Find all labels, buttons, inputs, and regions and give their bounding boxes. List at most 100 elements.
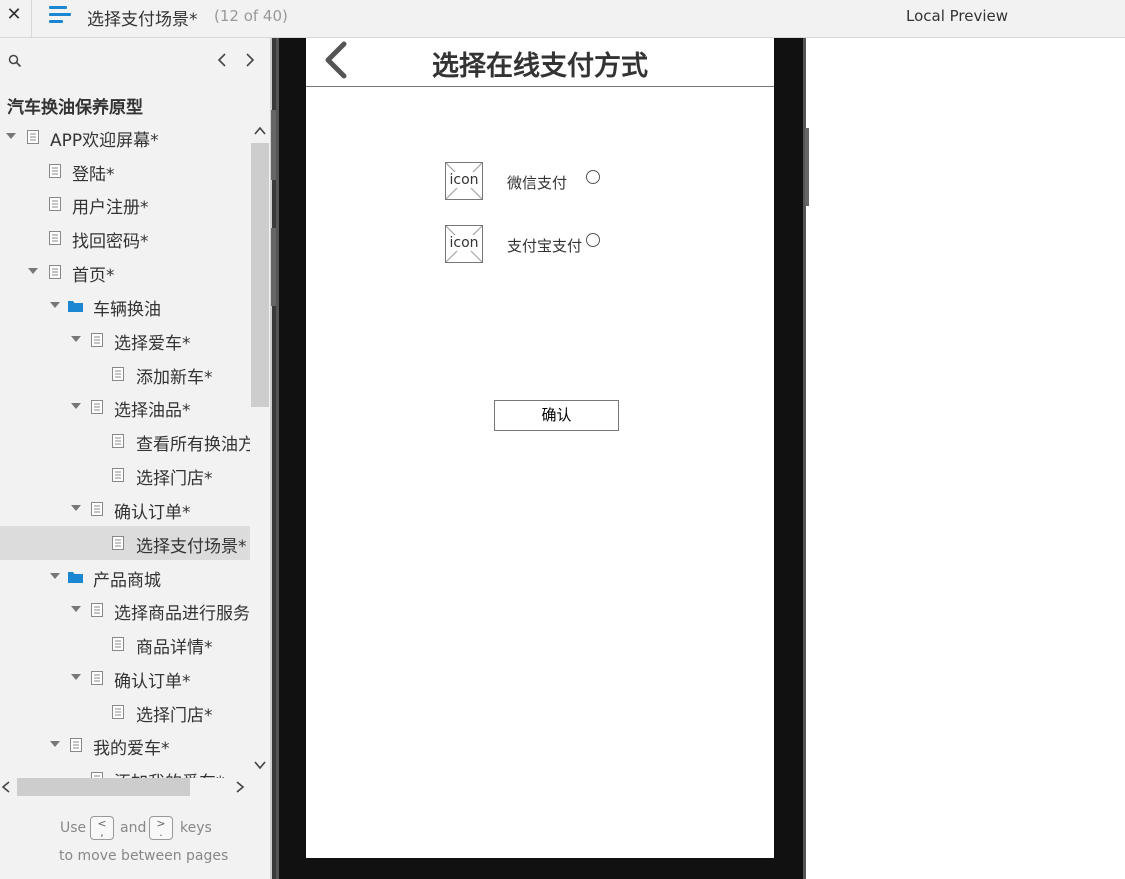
- search-icon[interactable]: [8, 54, 22, 68]
- phone-power-button: [805, 128, 809, 206]
- tree-item-label: 选择商品进行服务: [114, 604, 250, 624]
- page-icon: [112, 367, 124, 381]
- scroll-right-arrow-icon[interactable]: [234, 780, 246, 794]
- page-icon: [112, 468, 124, 482]
- page-icon: [70, 738, 82, 752]
- hint-use-text: Use: [60, 820, 87, 836]
- vertical-scroll-thumb[interactable]: [251, 143, 269, 407]
- tree-item-label: 选择油品*: [114, 401, 191, 421]
- tree-item-label: 找回密码*: [72, 232, 149, 252]
- tree-item-label: 查看所有换油方: [136, 435, 250, 455]
- page-icon: [112, 434, 124, 448]
- back-arrow-icon[interactable]: [320, 40, 352, 80]
- next-key-icon: >.: [149, 816, 173, 840]
- previous-page-button[interactable]: [214, 50, 230, 70]
- expand-arrow-icon[interactable]: [6, 133, 16, 139]
- tree-item-label: 首页*: [72, 266, 115, 286]
- prev-key-icon: <,: [90, 816, 114, 840]
- tree-item-home[interactable]: 首页*: [0, 255, 250, 289]
- phone-volume-up: [271, 110, 276, 180]
- expand-arrow-icon[interactable]: [71, 403, 81, 409]
- tree-item-choose-car[interactable]: 选择爱车*: [0, 323, 250, 357]
- alipay-radio[interactable]: [586, 233, 600, 247]
- expand-arrow-icon[interactable]: [50, 741, 60, 747]
- tree-item-label: 选择门店*: [136, 706, 213, 726]
- page-tree: APP欢迎屏幕* 登陆* 用户注册* 找回密码* 首页* 车辆换油 选择爱车*: [0, 120, 250, 778]
- tree-item-choose-goods-service[interactable]: 选择商品进行服务: [0, 593, 250, 627]
- tree-item-login[interactable]: 登陆*: [0, 154, 250, 188]
- page-icon: [112, 637, 124, 651]
- confirm-button[interactable]: 确认: [494, 400, 619, 431]
- tree-item-choose-store[interactable]: 选择门店*: [0, 458, 250, 492]
- tree-item-choose-payment-scene[interactable]: 选择支付场景*: [0, 526, 250, 560]
- tree-item-app-welcome[interactable]: APP欢迎屏幕*: [0, 120, 250, 154]
- sitemap-sidebar: 汽车换油保养原型 APP欢迎屏幕* 登陆* 用户注册* 找回密码* 首页* 车辆…: [0, 38, 270, 879]
- wechat-pay-icon[interactable]: icon: [445, 162, 483, 200]
- icon-placeholder-text: icon: [446, 172, 482, 188]
- tree-item-confirm-order-2[interactable]: 确认订单*: [0, 661, 250, 695]
- page-icon: [112, 536, 124, 550]
- screen-nav-bar: 选择在线支付方式: [306, 38, 774, 87]
- top-bar: ✕ 选择支付场景* (12 of 40) Local Preview: [0, 0, 1125, 38]
- tree-item-add-new-car[interactable]: 添加新车*: [0, 357, 250, 391]
- expand-arrow-icon[interactable]: [50, 573, 60, 579]
- payment-option-alipay: icon 支付宝支付: [445, 225, 645, 265]
- scroll-down-arrow-icon[interactable]: [254, 760, 266, 770]
- phone-screen: 选择在线支付方式 icon 微信支付 icon 支付宝支付 确认: [306, 38, 774, 858]
- preview-label: Local Preview: [906, 7, 1009, 25]
- tree-item-label: 登陆*: [72, 165, 115, 185]
- wechat-pay-radio[interactable]: [586, 170, 600, 184]
- horizontal-scroll-thumb[interactable]: [17, 778, 190, 796]
- toolbar-divider: [31, 0, 32, 38]
- hint-keys-text: keys: [180, 820, 212, 836]
- tree-item-add-my-car[interactable]: 添加我的爱车*: [0, 762, 250, 778]
- current-page-name: 选择支付场景*: [87, 10, 198, 30]
- tree-item-view-all-oil-plans[interactable]: 查看所有换油方: [0, 424, 250, 458]
- expand-arrow-icon[interactable]: [71, 505, 81, 511]
- tree-item-label: 用户注册*: [72, 198, 149, 218]
- page-icon: [49, 231, 61, 245]
- tree-item-choose-oil[interactable]: 选择油品*: [0, 390, 250, 424]
- tree-item-register[interactable]: 用户注册*: [0, 187, 250, 221]
- expand-arrow-icon[interactable]: [71, 606, 81, 612]
- close-button[interactable]: ✕: [0, 0, 28, 33]
- tree-item-my-car[interactable]: 我的爱车*: [0, 728, 250, 762]
- page-icon: [91, 671, 103, 685]
- tree-item-label: 添加新车*: [136, 368, 213, 388]
- tree-item-goods-detail[interactable]: 商品详情*: [0, 627, 250, 661]
- tree-item-label: 我的爱车*: [93, 739, 170, 759]
- payment-option-label: 支付宝支付: [507, 237, 583, 255]
- page-icon: [91, 603, 103, 617]
- payment-option-wechat: icon 微信支付: [445, 162, 645, 202]
- expand-arrow-icon[interactable]: [50, 302, 60, 308]
- menu-icon[interactable]: [49, 6, 71, 24]
- tree-item-label: 选择支付场景*: [136, 537, 247, 557]
- expand-arrow-icon[interactable]: [28, 268, 38, 274]
- alipay-icon[interactable]: icon: [445, 225, 483, 263]
- tree-item-oil-change-folder[interactable]: 车辆换油: [0, 289, 250, 323]
- hint-and-text: and: [120, 820, 147, 836]
- page-count: (12 of 40): [214, 7, 288, 25]
- scroll-left-arrow-icon[interactable]: [0, 780, 12, 794]
- tree-item-label: 添加我的爱车*: [114, 768, 225, 778]
- page-icon: [91, 400, 103, 414]
- expand-arrow-icon[interactable]: [71, 336, 81, 342]
- tree-item-choose-store-2[interactable]: 选择门店*: [0, 695, 250, 729]
- tree-item-confirm-order[interactable]: 确认订单*: [0, 492, 250, 526]
- page-icon: [49, 265, 61, 279]
- tree-item-recover-password[interactable]: 找回密码*: [0, 221, 250, 255]
- folder-icon: [68, 572, 83, 583]
- expand-arrow-icon[interactable]: [71, 674, 81, 680]
- page-icon: [91, 502, 103, 516]
- next-page-button[interactable]: [242, 50, 258, 70]
- payment-option-label: 微信支付: [507, 174, 568, 192]
- tree-item-label: 确认订单*: [114, 503, 191, 523]
- tree-item-label: APP欢迎屏幕*: [50, 131, 159, 151]
- page-icon: [112, 705, 124, 719]
- page-icon: [49, 164, 61, 178]
- tree-item-label: 选择爱车*: [114, 334, 191, 354]
- page-icon: [27, 130, 39, 144]
- scroll-up-arrow-icon[interactable]: [254, 126, 266, 136]
- tree-item-label: 产品商城: [93, 571, 161, 591]
- tree-item-product-mall-folder[interactable]: 产品商城: [0, 560, 250, 594]
